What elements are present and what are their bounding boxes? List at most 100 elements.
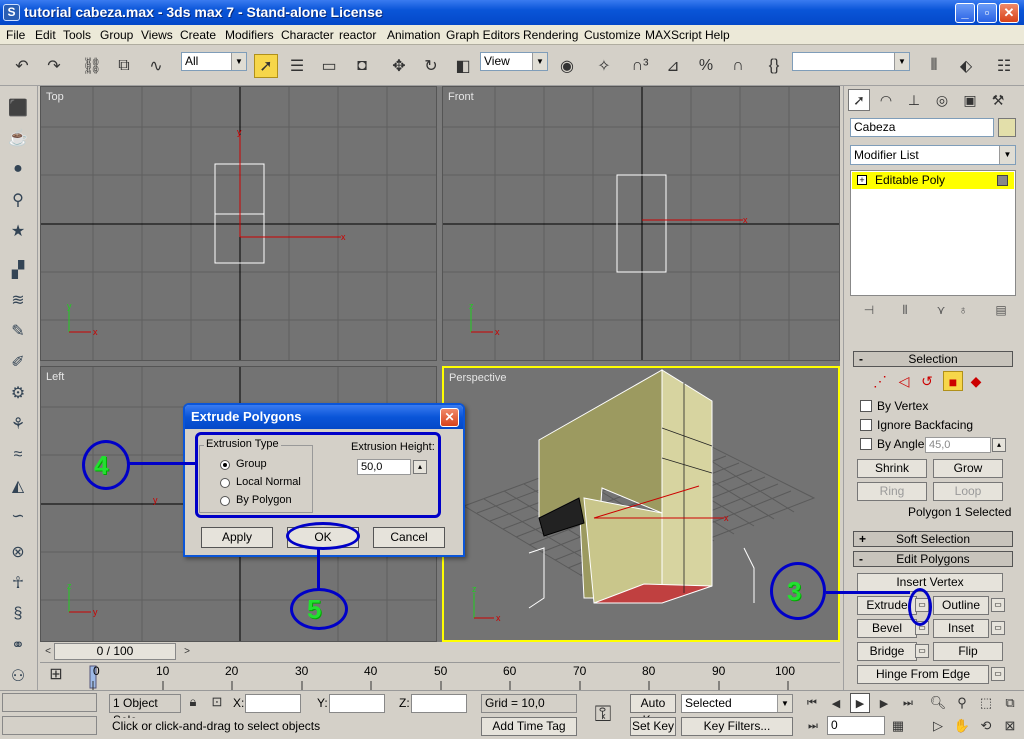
zoom-all-icon[interactable]: ⚲ [952,693,972,713]
viewport-label-perspective[interactable]: Perspective [449,372,506,384]
previous-frame-button[interactable]: < [42,644,54,659]
display-tab-icon[interactable]: ▣ [959,89,981,111]
box-icon[interactable]: ⬛ [6,96,30,120]
inset-button[interactable]: Inset [933,619,989,638]
maxscript-listener-field[interactable] [2,693,97,712]
modifier-stack[interactable]: + Editable Poly [850,170,1016,296]
select-object-icon[interactable]: ➚ [254,54,278,78]
dialog-close-button[interactable]: ✕ [440,408,459,427]
light-icon[interactable]: ⚲ [6,188,30,212]
menu-file[interactable]: File [6,28,25,42]
edit-polygons-rollout[interactable]: - Edit Polygons [853,551,1013,567]
menu-maxscript[interactable]: MAXScript [645,28,702,42]
by-angle-checkbox[interactable] [860,438,872,450]
cancel-button[interactable]: Cancel [373,527,445,548]
edge-mode-icon[interactable]: ◁ [894,371,914,391]
soft-selection-rollout[interactable]: + Soft Selection [853,531,1013,547]
insert-vertex-button[interactable]: Insert Vertex [857,573,1003,592]
figure-icon[interactable]: ☥ [6,571,30,595]
menu-graph-editors[interactable]: Graph Editors [446,28,520,42]
loop-button[interactable]: Loop [933,482,1003,501]
track-bar[interactable]: ⊞ 0 10 20 30 40 50 60 70 80 90 100 [40,662,840,690]
viewport-label-left[interactable]: Left [46,371,64,383]
key-mode-select[interactable]: Selected ▼ [681,694,793,713]
brush-icon[interactable]: ✎ [6,319,30,343]
angle-snap-icon[interactable]: ⊿ [661,54,685,78]
shrink-button[interactable]: Shrink [857,459,927,478]
menu-customize[interactable]: Customize [584,28,641,42]
cameras-icon[interactable]: ⚭ [6,633,30,657]
app-icon[interactable]: S [3,4,20,21]
object-name-field[interactable]: Cabeza [850,118,994,137]
snap-3d-icon[interactable]: ∩³ [628,54,652,78]
water-icon[interactable]: ∽ [6,504,30,528]
bevel-button[interactable]: Bevel [857,619,917,638]
rectangular-selection-icon[interactable]: ▭ [317,54,341,78]
scale-icon[interactable]: ◧ [451,54,475,78]
sphere-icon[interactable]: ● [6,157,30,181]
menu-group[interactable]: Group [100,28,133,42]
auto-key-button[interactable]: Auto Key [630,694,676,727]
align-icon[interactable]: ⬖ [954,54,978,78]
configure-sets-icon[interactable]: ▤ [992,303,1010,321]
layer-manager-icon[interactable]: ☷ [992,54,1016,78]
zoom-icon[interactable]: 🔍︎ [928,693,948,713]
next-frame-button[interactable]: > [181,644,193,659]
menu-help[interactable]: Help [705,28,730,42]
go-to-start-icon[interactable]: ⏮ [803,693,821,713]
render-icon[interactable]: ⚇ [6,664,30,688]
teapot-icon[interactable]: ☕ [6,126,30,150]
modify-tab-icon[interactable]: ◠ [875,89,897,111]
lock-icon[interactable]: 🔒︎ [184,692,202,712]
key-filters-button[interactable]: Key Filters... [681,717,793,736]
outline-button[interactable]: Outline [933,596,989,615]
pan-icon[interactable]: ✋ [952,716,972,736]
flip-button[interactable]: Flip [933,642,1003,661]
maximize-button[interactable]: ▫ [977,3,997,23]
create-tab-icon[interactable]: ➚ [848,89,870,111]
object-color-swatch[interactable] [998,118,1016,137]
menu-reactor[interactable]: reactor [339,28,376,42]
utilities-tab-icon[interactable]: ⚒ [987,89,1009,111]
hierarchy-tab-icon[interactable]: ⊥ [903,89,925,111]
menu-edit[interactable]: Edit [35,28,56,42]
menu-views[interactable]: Views [141,28,173,42]
manipulate-icon[interactable]: ✧ [592,54,616,78]
bridge-button[interactable]: Bridge [857,642,917,661]
make-unique-icon[interactable]: ⋎ [932,303,950,321]
link-icon[interactable]: ⛓ [80,54,104,78]
percent-snap-icon[interactable]: % [694,54,718,78]
expand-icon[interactable]: + [857,175,867,185]
menu-tools[interactable]: Tools [63,28,91,42]
rotate-icon[interactable]: ↻ [419,54,443,78]
stack-item-editable-poly[interactable]: + Editable Poly [852,172,1014,189]
grow-button[interactable]: Grow [933,459,1003,478]
border-mode-icon[interactable]: ↺ [917,371,937,391]
show-end-result-icon[interactable]: ⫴ [896,303,914,321]
selection-filter-select[interactable]: All ▼ [181,52,247,71]
set-key-button[interactable]: Set Key [630,717,676,736]
key-mode-toggle-icon[interactable]: ⏭ [806,716,820,736]
by-angle-input[interactable]: 45,0 [925,437,991,453]
edit-named-selection-icon[interactable]: {} [762,54,786,78]
arc-rotate-icon[interactable]: ⟲ [976,716,996,736]
unlink-icon[interactable]: ⧉ [112,54,136,78]
vertex-mode-icon[interactable]: ⋰ [870,371,890,391]
hinge-from-edge-button[interactable]: Hinge From Edge [857,665,989,684]
select-by-name-icon[interactable]: ☰ [285,54,309,78]
previous-frame-icon[interactable]: ◀ [827,693,845,713]
ignore-backfacing-checkbox[interactable] [860,419,872,431]
checker-icon[interactable]: ▞ [6,258,30,282]
star-icon[interactable]: ★ [6,219,30,243]
add-time-tag-button[interactable]: Add Time Tag [481,717,577,736]
menu-character[interactable]: Character [281,28,334,42]
layers-icon[interactable]: ≋ [6,288,30,312]
play-icon[interactable]: ▶ [850,693,870,713]
cloth-icon[interactable]: ◭ [6,474,30,498]
spring-icon[interactable]: § [6,602,30,626]
wind-icon[interactable]: ⚘ [6,412,30,436]
move-icon[interactable]: ✥ [387,54,411,78]
z-coordinate-field[interactable] [411,694,467,713]
field-of-view-icon[interactable]: ▷ [928,716,948,736]
window-crossing-icon[interactable]: ◘ [350,54,374,78]
